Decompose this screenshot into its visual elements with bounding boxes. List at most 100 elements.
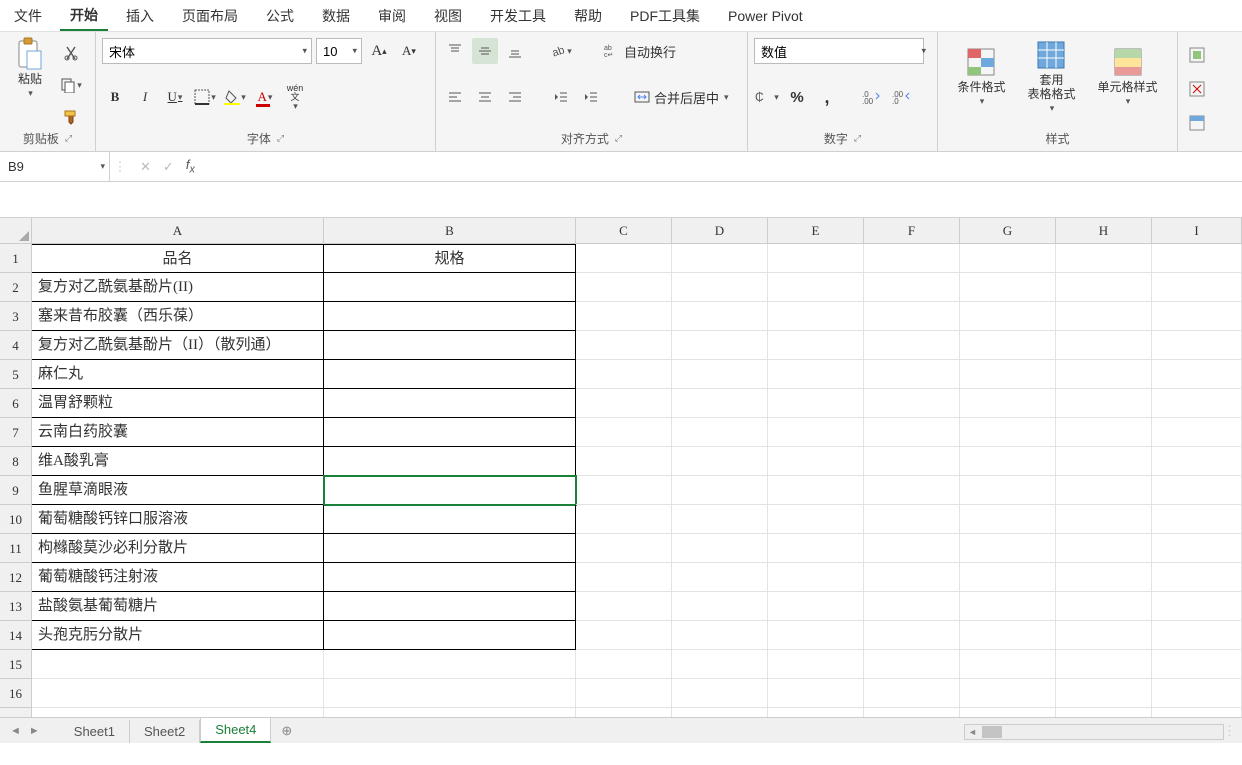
cell-G11[interactable] (960, 534, 1056, 563)
cell-B1[interactable]: 规格 (324, 244, 576, 273)
cell-A7[interactable]: 云南白药胶囊 (32, 418, 324, 447)
cell-C16[interactable] (576, 679, 672, 708)
bold-button[interactable]: B (102, 84, 128, 110)
format-painter-button[interactable] (58, 104, 84, 130)
cell-E15[interactable] (768, 650, 864, 679)
cell-C4[interactable] (576, 331, 672, 360)
cell-C3[interactable] (576, 302, 672, 331)
cell-B8[interactable] (324, 447, 576, 476)
cell-F9[interactable] (864, 476, 960, 505)
cell-I10[interactable] (1152, 505, 1242, 534)
row-header-11[interactable]: 11 (0, 534, 32, 563)
cell-E7[interactable] (768, 418, 864, 447)
cut-button[interactable] (58, 40, 84, 66)
row-header-8[interactable]: 8 (0, 447, 32, 476)
cell-F16[interactable] (864, 679, 960, 708)
cell-I13[interactable] (1152, 592, 1242, 621)
row-header-7[interactable]: 7 (0, 418, 32, 447)
align-middle-button[interactable] (472, 38, 498, 64)
cell-A9[interactable]: 鱼腥草滴眼液 (32, 476, 324, 505)
phonetic-button[interactable]: wén文▾ (282, 84, 308, 110)
cell-E10[interactable] (768, 505, 864, 534)
cell-A11[interactable]: 枸橼酸莫沙必利分散片 (32, 534, 324, 563)
decrease-decimal-button[interactable]: .00.0 (888, 84, 914, 110)
cell-D15[interactable] (672, 650, 768, 679)
cell-A15[interactable] (32, 650, 324, 679)
format-cells-button[interactable] (1184, 110, 1210, 136)
font-launcher[interactable]: ⤢ (277, 133, 284, 144)
row-header-9[interactable]: 9 (0, 476, 32, 505)
cell-E12[interactable] (768, 563, 864, 592)
cell-H10[interactable] (1056, 505, 1152, 534)
menu-公式[interactable]: 公式 (256, 2, 304, 30)
cell-F8[interactable] (864, 447, 960, 476)
conditional-format-button[interactable]: 条件格式▾ (951, 44, 1011, 109)
menu-开发工具[interactable]: 开发工具 (480, 2, 556, 30)
cancel-formula-button[interactable]: ✕ (140, 159, 151, 175)
cell-I8[interactable] (1152, 447, 1242, 476)
row-header-6[interactable]: 6 (0, 389, 32, 418)
cell-D14[interactable] (672, 621, 768, 650)
cell-B7[interactable] (324, 418, 576, 447)
row-header-13[interactable]: 13 (0, 592, 32, 621)
cell-E2[interactable] (768, 273, 864, 302)
cell-G1[interactable] (960, 244, 1056, 273)
paste-button[interactable]: 粘贴 ▾ (6, 36, 54, 101)
cell-F14[interactable] (864, 621, 960, 650)
cell-G6[interactable] (960, 389, 1056, 418)
col-header-F[interactable]: F (864, 218, 960, 244)
row-header-1[interactable]: 1 (0, 244, 32, 273)
cell-B5[interactable] (324, 360, 576, 389)
percent-button[interactable]: % (784, 84, 810, 110)
cell-D3[interactable] (672, 302, 768, 331)
grid-body[interactable]: 1品名规格2复方对乙酰氨基酚片(II)3塞来昔布胶囊（西乐葆）4复方对乙酰氨基酚… (0, 244, 1242, 737)
cell-C14[interactable] (576, 621, 672, 650)
fx-button[interactable]: fx (186, 157, 195, 176)
cell-E16[interactable] (768, 679, 864, 708)
fill-color-button[interactable]: ▾ (222, 84, 248, 110)
cell-I14[interactable] (1152, 621, 1242, 650)
menu-帮助[interactable]: 帮助 (564, 2, 612, 30)
cell-A13[interactable]: 盐酸氨基葡萄糖片 (32, 592, 324, 621)
merge-center-button[interactable]: 合并后居中▾ (628, 84, 735, 110)
accounting-format-button[interactable]: ₵▾ (754, 84, 780, 110)
col-header-E[interactable]: E (768, 218, 864, 244)
copy-button[interactable]: ▾ (58, 72, 84, 98)
cell-H2[interactable] (1056, 273, 1152, 302)
wrap-text-button[interactable]: abc↵自动换行 (598, 38, 682, 64)
increase-font-button[interactable]: A▴ (366, 38, 392, 64)
cell-B16[interactable] (324, 679, 576, 708)
cell-B4[interactable] (324, 331, 576, 360)
cell-G7[interactable] (960, 418, 1056, 447)
cell-A4[interactable]: 复方对乙酰氨基酚片（II）（散列通） (32, 331, 324, 360)
cell-E3[interactable] (768, 302, 864, 331)
cell-I6[interactable] (1152, 389, 1242, 418)
cell-E4[interactable] (768, 331, 864, 360)
cell-D9[interactable] (672, 476, 768, 505)
cell-F2[interactable] (864, 273, 960, 302)
cell-A5[interactable]: 麻仁丸 (32, 360, 324, 389)
number-launcher[interactable]: ⤢ (854, 133, 861, 144)
cell-C8[interactable] (576, 447, 672, 476)
cell-I15[interactable] (1152, 650, 1242, 679)
sheet-tab-Sheet1[interactable]: Sheet1 (60, 720, 130, 743)
cell-D8[interactable] (672, 447, 768, 476)
menu-视图[interactable]: 视图 (424, 2, 472, 30)
cell-D1[interactable] (672, 244, 768, 273)
cell-F10[interactable] (864, 505, 960, 534)
decrease-font-button[interactable]: A▾ (396, 38, 422, 64)
scrollbar-thumb[interactable] (982, 726, 1002, 738)
cell-D11[interactable] (672, 534, 768, 563)
cell-I5[interactable] (1152, 360, 1242, 389)
cell-I4[interactable] (1152, 331, 1242, 360)
chevron-down-icon[interactable]: ▾ (100, 161, 105, 172)
row-header-10[interactable]: 10 (0, 505, 32, 534)
insert-cells-button[interactable] (1184, 42, 1210, 68)
row-header-3[interactable]: 3 (0, 302, 32, 331)
cell-G13[interactable] (960, 592, 1056, 621)
font-color-button[interactable]: A▾ (252, 84, 278, 110)
cell-B15[interactable] (324, 650, 576, 679)
cell-F4[interactable] (864, 331, 960, 360)
cell-F13[interactable] (864, 592, 960, 621)
cell-F12[interactable] (864, 563, 960, 592)
